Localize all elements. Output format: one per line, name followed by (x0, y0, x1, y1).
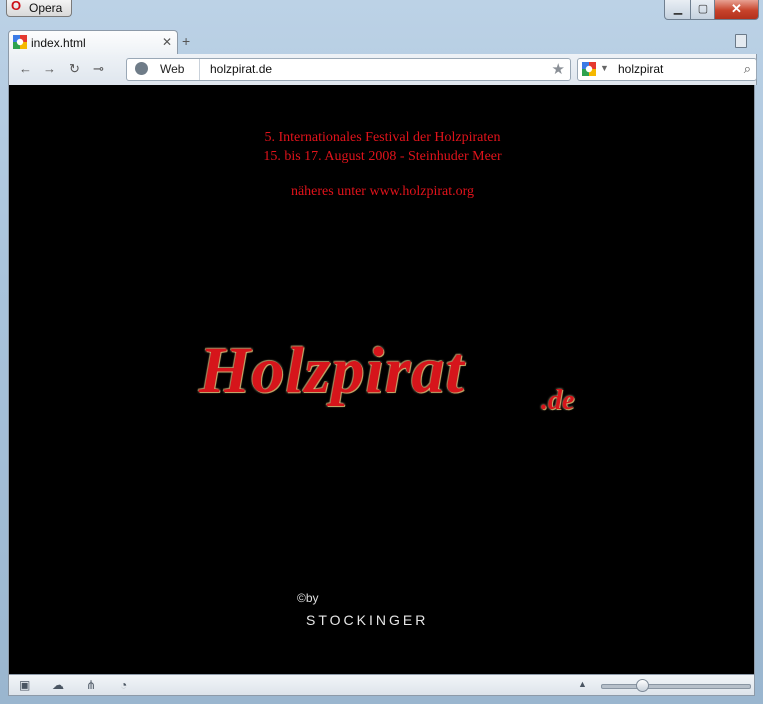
zoom-slider[interactable] (601, 684, 751, 689)
new-tab-icon[interactable]: + (182, 33, 190, 49)
zoom-up-icon[interactable]: ▲ (578, 679, 587, 689)
star-icon[interactable]: ★ (552, 60, 565, 78)
opera-logo-icon: O (11, 0, 22, 13)
forward-icon[interactable]: → (43, 61, 56, 76)
holzpirat-logo: Holzpirat (199, 334, 465, 407)
opera-menu-label: Opera (29, 1, 63, 15)
address-url[interactable]: holzpirat.de (210, 62, 272, 76)
browser-window: O Opera ▁ ▢ ✕ index.html ✕ + ← → ↻ ⊸ Web… (0, 0, 763, 704)
back-icon[interactable]: ← (19, 61, 32, 76)
festival-date: 15. bis 17. August 2008 - Steinhuder Mee… (263, 149, 502, 164)
author-credit: STOCKINGER (306, 612, 429, 628)
search-field[interactable]: ▼ holzpirat ⌕ (577, 58, 757, 81)
opera-menu-button[interactable]: O Opera (6, 0, 72, 17)
panel-toggle-icon[interactable]: ▣ (19, 678, 30, 692)
magnifier-icon[interactable]: ⌕ (744, 61, 751, 77)
reload-icon[interactable]: ↻ (69, 61, 80, 77)
close-icon: ✕ (731, 1, 742, 16)
google-favicon-icon (13, 35, 27, 49)
search-input[interactable]: holzpirat (618, 62, 663, 76)
address-bar[interactable]: Web holzpirat.de ★ (126, 58, 571, 81)
page-viewport: 5. Internationales Festival der Holzpira… (8, 85, 755, 674)
key-icon[interactable]: ⊸ (93, 61, 104, 77)
unite-icon[interactable]: ⋔ (86, 678, 96, 692)
status-bar: ▣ ☁ ⋔ ◔ ▲ (8, 674, 755, 696)
tab-index[interactable]: index.html ✕ (8, 30, 178, 55)
maximize-icon: ▢ (697, 3, 709, 15)
copyright-mark: ©by (297, 591, 319, 605)
navigation-toolbar: ← → ↻ ⊸ Web holzpirat.de ★ ▼ holzpirat ⌕ (8, 54, 757, 85)
globe-icon (135, 62, 148, 75)
address-mode-label: Web (160, 62, 185, 76)
tab-title: index.html (31, 36, 86, 50)
speed-icon[interactable]: ◔ (120, 678, 127, 692)
festival-title: 5. Internationales Festival der Holzpira… (264, 130, 501, 145)
maximize-button[interactable]: ▢ (690, 0, 716, 20)
search-engine-icon[interactable] (582, 62, 596, 76)
trash-icon[interactable] (735, 34, 747, 48)
zoom-slider-handle[interactable] (636, 679, 649, 692)
search-dropdown-icon[interactable]: ▼ (600, 63, 609, 73)
festival-link-text: näheres unter www.holzpirat.org (290, 184, 475, 199)
address-separator (199, 59, 200, 80)
cloud-icon[interactable]: ☁ (52, 678, 64, 692)
minimize-button[interactable]: ▁ (664, 0, 692, 20)
minimize-icon: ▁ (673, 3, 683, 15)
holzpirat-logo-tld: .de (541, 385, 575, 416)
close-button[interactable]: ✕ (714, 0, 759, 20)
tab-close-icon[interactable]: ✕ (162, 35, 172, 49)
